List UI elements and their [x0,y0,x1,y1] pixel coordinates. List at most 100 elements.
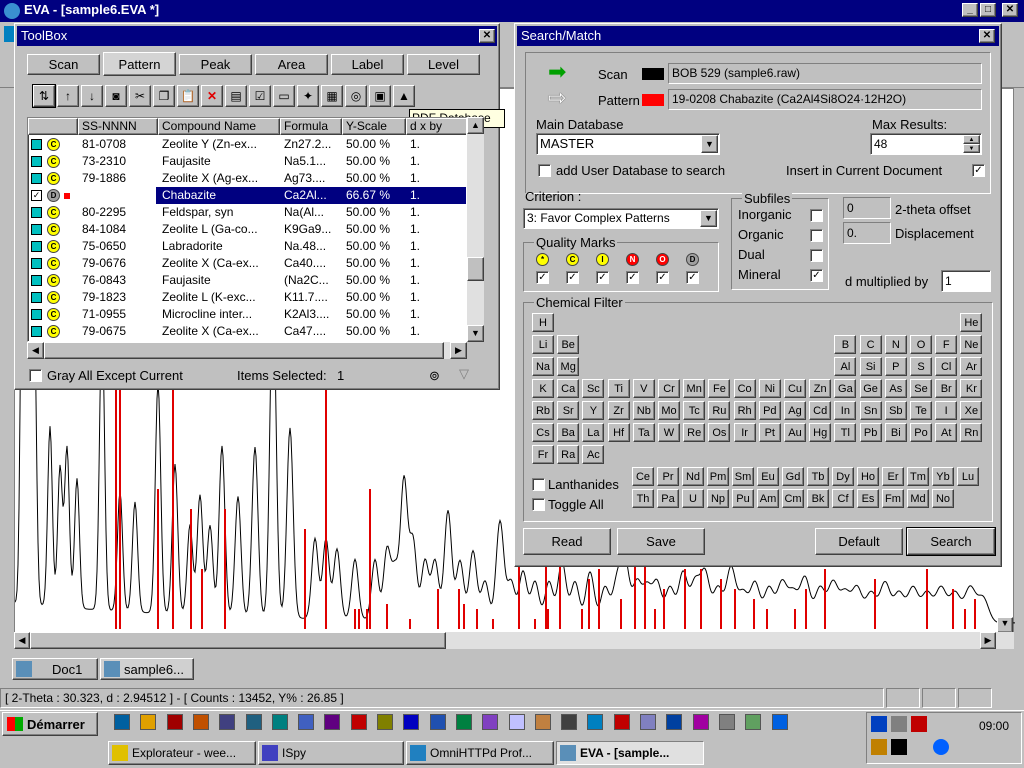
pattern-color-icon[interactable]: ◙ [105,85,127,107]
table-row[interactable]: C 71-0955 Microcline inter... K2Al3.... 50.0… [28,306,466,323]
element-po[interactable]: Po [910,423,932,442]
move-down-icon[interactable]: ↓ [81,85,103,107]
element-np[interactable]: Np [707,489,729,508]
list-vscroll-thumb[interactable] [467,257,484,281]
photo-icon[interactable] [534,714,551,730]
globe-icon[interactable] [298,714,315,730]
element-ce[interactable]: Ce [632,467,654,486]
element-ba[interactable]: Ba [557,423,580,442]
quality-mark-checkbox[interactable]: ✓ [686,271,699,284]
element-er[interactable]: Er [882,467,904,486]
element-te[interactable]: Te [910,401,932,420]
element-i[interactable]: I [935,401,958,420]
pattern-list[interactable]: SS-NNNN Compound Name Formula Y-Scale d x by… [27,117,467,342]
table-row[interactable]: C 81-0708 Zeolite Y (Zn-ex... Zn27.2... 50.0… [28,136,466,153]
mail-icon[interactable] [271,714,288,730]
element-ac[interactable]: Ac [582,445,605,464]
max-results-input[interactable]: 48 ▲ ▼ [870,133,982,155]
element-am[interactable]: Am [757,489,779,508]
element-cu[interactable]: Cu [784,379,806,398]
element-eu[interactable]: Eu [757,467,779,486]
element-n[interactable]: N [884,335,907,354]
element-o[interactable]: O [910,335,932,354]
chevron-down-icon[interactable]: ▼ [700,210,717,227]
element-cf[interactable]: Cf [832,489,854,508]
list-hscrollbar[interactable]: ◀ ▶ [27,342,467,359]
taskbar-task-1[interactable]: ISpy [258,741,404,765]
cut-icon[interactable]: ✂ [129,85,151,107]
element-fr[interactable]: Fr [532,445,554,464]
plot-hscrollbar[interactable]: ◀ ▶ [14,632,1014,649]
list-header-col[interactable]: d x by [406,118,466,135]
row-check[interactable] [31,241,42,252]
subfile-checkbox-dual[interactable] [810,249,823,262]
element-ti[interactable]: Ti [607,379,630,398]
row-check[interactable]: ✓ [31,190,42,201]
element-k[interactable]: K [532,379,554,398]
rainbow-icon[interactable] [350,714,367,730]
element-h[interactable]: H [532,313,554,332]
element-cm[interactable]: Cm [782,489,804,508]
element-at[interactable]: At [935,423,958,442]
list-vscroll-up[interactable]: ▲ [467,117,484,134]
element-mg[interactable]: Mg [557,357,580,376]
taskbar-task-2[interactable]: OmniHTTPd Prof... [406,741,554,765]
disk-icon[interactable] [219,714,236,730]
list-header-col[interactable]: SS-NNNN [78,118,158,135]
toolbox-tab-pattern[interactable]: Pattern [103,52,176,76]
spin-down-icon[interactable]: ▼ [963,144,980,153]
list-hscroll-left[interactable]: ◀ [27,342,44,359]
element-cs[interactable]: Cs [532,423,554,442]
start-button[interactable]: Démarrer [2,712,98,736]
search-title-bar[interactable]: Search/Match [517,26,999,46]
element-ta[interactable]: Ta [632,423,655,442]
element-lu[interactable]: Lu [957,467,979,486]
element-ir[interactable]: Ir [733,423,756,442]
pen-icon[interactable] [140,714,157,730]
element-y[interactable]: Y [582,401,605,420]
doc-tab-sample6[interactable]: sample6... [100,658,194,680]
element-ar[interactable]: Ar [960,357,983,376]
element-bk[interactable]: Bk [807,489,829,508]
element-ni[interactable]: Ni [758,379,781,398]
list-vscroll-down[interactable]: ▼ [467,325,484,342]
element-ag[interactable]: Ag [784,401,806,420]
element-tb[interactable]: Tb [807,467,829,486]
element-si[interactable]: Si [859,357,882,376]
element-kr[interactable]: Kr [960,379,983,398]
element-hf[interactable]: Hf [607,423,630,442]
element-no[interactable]: No [932,489,954,508]
criterion-select[interactable]: 3: Favor Complex Patterns ▼ [523,208,719,229]
gray-all-checkbox[interactable] [29,369,42,382]
element-ho[interactable]: Ho [857,467,879,486]
camera-icon[interactable] [561,714,578,730]
check-icon[interactable] [114,714,130,730]
toolbox-close-button[interactable]: ✕ [479,29,495,43]
quality-mark-checkbox[interactable]: ✓ [596,271,609,284]
element-zn[interactable]: Zn [809,379,832,398]
subfile-checkbox-mineral[interactable]: ✓ [810,269,823,282]
plot-vscroll-up[interactable]: ▼ [997,617,1013,633]
tray-volume-icon[interactable] [891,716,907,732]
delete-icon[interactable]: ✕ [201,85,223,107]
element-li[interactable]: Li [532,335,554,354]
cube-icon[interactable] [587,714,604,730]
element-fe[interactable]: Fe [708,379,731,398]
element-yb[interactable]: Yb [932,467,954,486]
taskbar-task-3[interactable]: EVA - [sample... [556,741,704,765]
key-icon[interactable] [745,714,762,730]
marker-icon[interactable]: ✦ [297,85,319,107]
insert-current-checkbox[interactable]: ✓ [972,164,985,177]
sort-icon[interactable]: ⇅ [32,84,56,108]
list-hscroll-thumb[interactable] [44,342,444,359]
element-v[interactable]: V [632,379,655,398]
element-cd[interactable]: Cd [809,401,832,420]
element-ga[interactable]: Ga [834,379,857,398]
element-ne[interactable]: Ne [960,335,983,354]
element-zr[interactable]: Zr [607,401,630,420]
app-close-button[interactable]: ✕ [1002,3,1018,17]
element-ge[interactable]: Ge [859,379,882,398]
element-al[interactable]: Al [834,357,857,376]
pdf-database-icon[interactable]: ▣ [369,85,391,107]
element-es[interactable]: Es [857,489,879,508]
